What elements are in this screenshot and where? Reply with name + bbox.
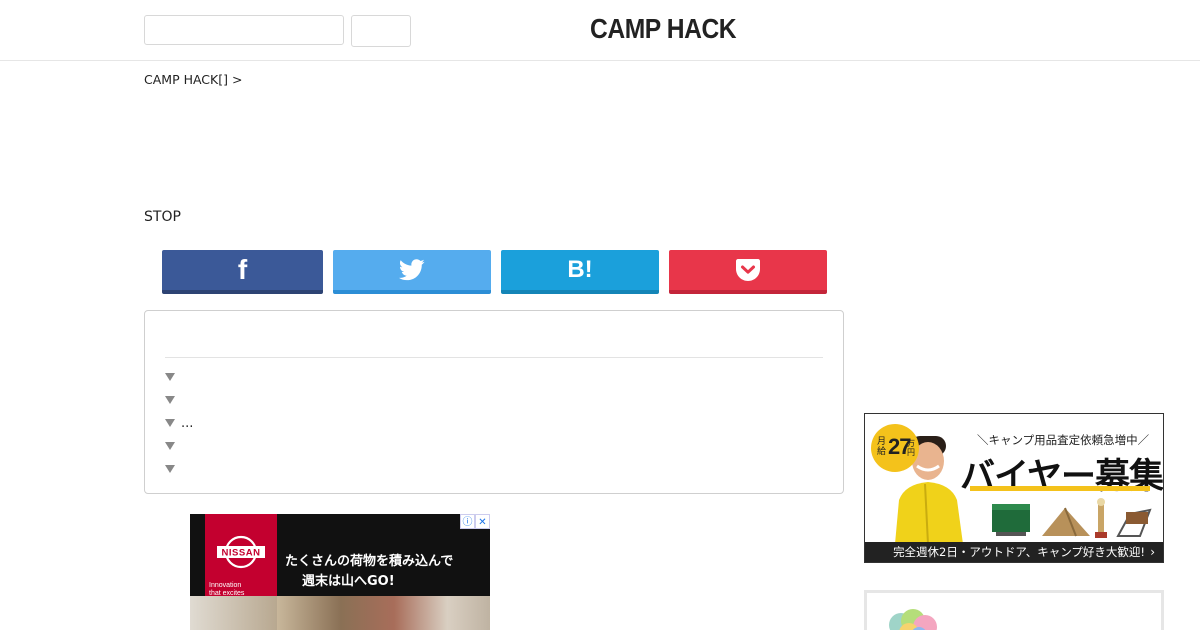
colorful-illustration <box>889 609 937 630</box>
nissan-logo-text: NISSAN <box>222 548 261 559</box>
ad-photo <box>277 596 490 630</box>
salary-prefix: 月給 <box>877 437 887 457</box>
camping-gear-illustration <box>992 498 1152 538</box>
banner-footer: 完全週休2日・アウトドア、キャンプ好き大歓迎! <box>865 542 1163 562</box>
ad-copy-line-1: たくさんの荷物を積み込んで <box>285 554 454 569</box>
nissan-ad-banner[interactable]: NISSAN Innovation that excites たくさんの荷物を積… <box>190 514 490 630</box>
chevron-right-icon: › <box>1150 545 1155 559</box>
banner-underline <box>970 486 1150 491</box>
toc-item[interactable] <box>165 462 181 478</box>
twitter-icon <box>399 259 425 281</box>
facebook-icon: f <box>237 254 248 285</box>
toc-item[interactable] <box>165 439 181 455</box>
hatena-label: B! <box>567 256 593 283</box>
banner-subtitle: ＼キャンプ用品査定依頼急増中／ <box>977 433 1150 447</box>
hatena-bookmark-button[interactable]: B! <box>501 250 659 294</box>
search-button[interactable] <box>351 15 411 47</box>
pocket-icon <box>736 259 760 281</box>
toc-divider <box>165 357 823 358</box>
ad-photo <box>190 596 277 630</box>
triangle-down-icon <box>165 464 175 473</box>
salary-unit: 万円 <box>907 439 915 457</box>
toc-item[interactable] <box>165 393 181 409</box>
site-header: CAMP HACK <box>0 0 1200 61</box>
toc-item-label: ... <box>181 416 194 431</box>
table-of-contents: ... <box>144 310 844 494</box>
triangle-down-icon <box>165 372 175 381</box>
ad-close-icon[interactable]: ✕ <box>475 514 490 529</box>
article-stop-text: STOP <box>144 209 181 225</box>
toc-item[interactable] <box>165 370 181 386</box>
nissan-logo-icon: NISSAN <box>217 535 265 569</box>
facebook-share-button[interactable]: f <box>162 250 323 294</box>
breadcrumb[interactable]: CAMP HACK[] > <box>144 72 242 87</box>
triangle-down-icon <box>165 418 175 427</box>
site-logo[interactable]: CAMP HACK <box>590 13 737 45</box>
nissan-brand-panel: NISSAN Innovation that excites <box>205 514 277 604</box>
nissan-tagline-line: Innovation <box>209 582 242 589</box>
pocket-save-button[interactable] <box>669 250 827 294</box>
salary-badge: 月給 27 万円 <box>871 424 919 472</box>
twitter-share-button[interactable] <box>333 250 491 294</box>
triangle-down-icon <box>165 395 175 404</box>
ad-copy-line-2: 週末は山へGO! <box>302 574 395 589</box>
search-input[interactable] <box>144 15 344 45</box>
ad-choices: ⓘ ✕ <box>460 514 490 529</box>
triangle-down-icon <box>165 441 175 450</box>
sidebar-widget <box>864 590 1164 630</box>
ad-info-icon[interactable]: ⓘ <box>460 514 475 529</box>
toc-item[interactable]: ... <box>165 416 193 432</box>
buyer-recruitment-banner[interactable]: 月給 27 万円 ＼キャンプ用品査定依頼急増中／ バイヤー募集 完全週休2日・ア… <box>864 413 1164 563</box>
banner-title: バイヤー募集 <box>960 457 1163 497</box>
